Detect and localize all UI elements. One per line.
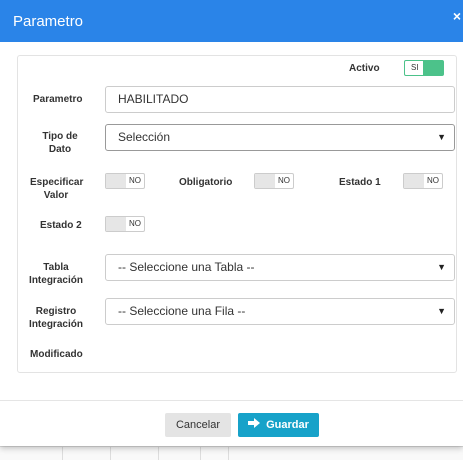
especificar-valor-toggle[interactable]: NO: [105, 173, 145, 189]
toggle-knob: [423, 61, 443, 75]
toggle-knob: [255, 174, 275, 188]
registro-integracion-value: -- Seleccione una Fila --: [118, 304, 246, 318]
tipo-dato-label: Tipo de Dato: [42, 131, 78, 155]
estado1-toggle-text: NO: [427, 176, 439, 185]
chevron-down-icon: ▼: [437, 132, 446, 142]
parametro-modal: Parametro × Activo SI Parametro HABILITA…: [0, 0, 463, 446]
chevron-down-icon: ▼: [437, 306, 446, 316]
parametro-input[interactable]: HABILITADO: [105, 86, 455, 113]
toggle-knob: [106, 217, 126, 231]
especificar-valor-label: Especificar Valor: [30, 177, 84, 201]
activo-label: Activo: [349, 63, 380, 74]
especificar-valor-toggle-text: NO: [129, 176, 141, 185]
toggle-knob: [106, 174, 126, 188]
close-icon[interactable]: ×: [453, 8, 461, 24]
chevron-down-icon: ▼: [437, 262, 446, 272]
parametro-label: Parametro: [33, 94, 83, 105]
activo-toggle[interactable]: SI: [404, 60, 444, 76]
registro-integracion-label: Registro Integración: [29, 306, 83, 330]
toggle-knob: [404, 174, 424, 188]
obligatorio-label: Obligatorio: [179, 177, 233, 188]
footer-divider: [0, 400, 463, 401]
registro-integracion-select[interactable]: -- Seleccione una Fila -- ▼: [105, 298, 455, 325]
modal-title: Parametro: [13, 13, 84, 30]
modificado-label: Modificado: [30, 349, 83, 360]
tipo-dato-value: Selección: [118, 130, 171, 144]
save-button[interactable]: Guardar: [238, 413, 319, 437]
cancel-button[interactable]: Cancelar: [165, 413, 231, 437]
estado1-toggle[interactable]: NO: [403, 173, 443, 189]
background-grid: [0, 446, 463, 460]
estado1-label: Estado 1: [339, 177, 381, 188]
obligatorio-toggle-text: NO: [278, 176, 290, 185]
save-arrow-icon: [248, 413, 261, 437]
obligatorio-toggle[interactable]: NO: [254, 173, 294, 189]
tabla-integracion-label: Tabla Integración: [29, 262, 83, 286]
estado2-label: Estado 2: [40, 220, 82, 231]
modal-header: Parametro ×: [0, 0, 463, 42]
estado2-toggle[interactable]: NO: [105, 216, 145, 232]
estado2-toggle-text: NO: [129, 219, 141, 228]
tabla-integracion-value: -- Seleccione una Tabla --: [118, 260, 255, 274]
tabla-integracion-select[interactable]: -- Seleccione una Tabla -- ▼: [105, 254, 455, 281]
activo-toggle-text: SI: [411, 63, 419, 72]
tipo-dato-select[interactable]: Selección ▼: [105, 124, 455, 151]
save-button-label: Guardar: [266, 419, 309, 431]
